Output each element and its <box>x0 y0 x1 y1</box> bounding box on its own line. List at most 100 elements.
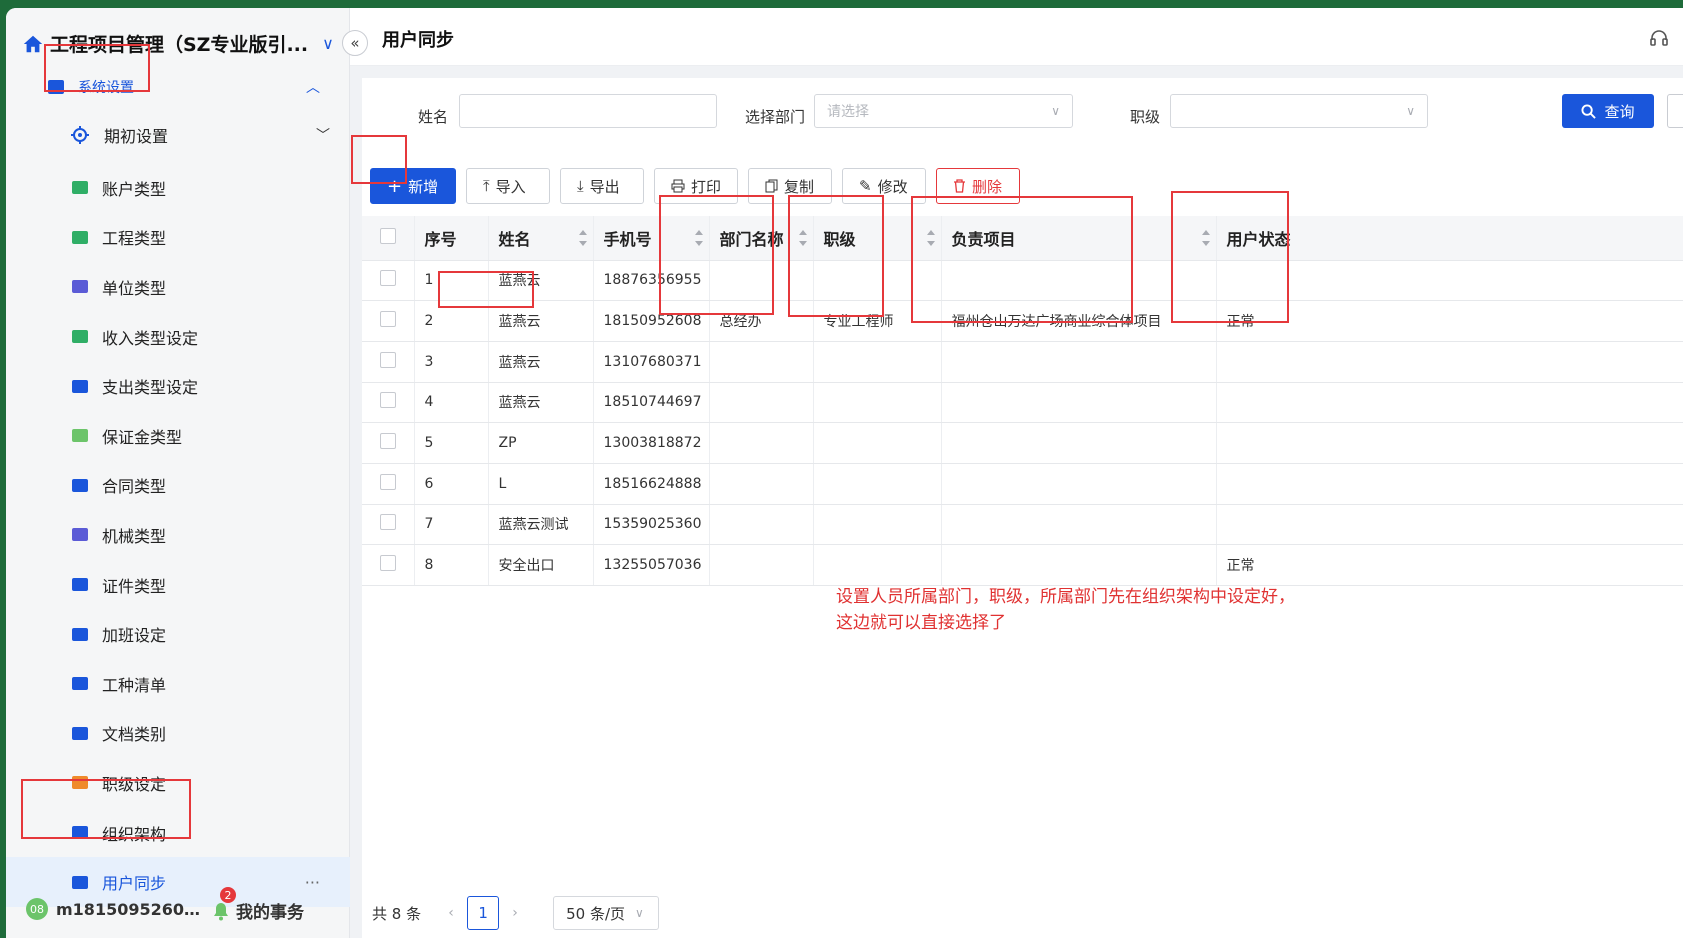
sidebar-item[interactable]: 机械类型 <box>6 510 350 560</box>
cell-project: 福州仓山万达广场商业综合体项目 <box>941 300 1217 342</box>
page-size-select[interactable]: 50 条/页 ∨ <box>553 896 660 930</box>
copy-icon <box>765 179 778 193</box>
col-header-project[interactable]: 负责项目 <box>941 216 1217 261</box>
add-label: 新增 <box>408 177 439 196</box>
table-row[interactable]: 5 ZP 13003818872 <box>362 422 1683 464</box>
row-checkbox[interactable] <box>380 514 396 531</box>
row-checkbox[interactable] <box>380 311 396 328</box>
table-row[interactable]: 7 蓝燕云测试 15359025360 <box>362 504 1683 546</box>
sidebar-item[interactable]: 工种清单 <box>6 659 350 709</box>
cell-status <box>1216 463 1683 505</box>
col-header-phone[interactable]: 手机号 <box>593 216 710 261</box>
sidebar-item[interactable]: 文档类别 <box>6 709 350 759</box>
cell-dept <box>709 544 814 586</box>
cell-name: ZP <box>488 422 594 464</box>
select-all-checkbox[interactable] <box>380 227 396 244</box>
print-label: 打印 <box>691 177 722 196</box>
sidebar-item[interactable]: 支出类型设定 <box>6 361 350 411</box>
next-page-icon[interactable]: › <box>499 905 531 921</box>
row-checkbox[interactable] <box>380 433 396 450</box>
coffee-icon <box>70 625 90 643</box>
app-brand[interactable]: 工程项目管理（SZ专业版引... ∨ <box>22 30 342 57</box>
cell-no: 5 <box>414 422 489 464</box>
table-row[interactable]: 3 蓝燕云 13107680371 <box>362 341 1683 383</box>
sidebar-item-label: 单位类型 <box>102 278 167 298</box>
sort-icon[interactable] <box>578 230 587 246</box>
rank-select[interactable]: ∨ <box>1170 94 1428 128</box>
page-size-label: 50 条/页 <box>566 904 626 923</box>
query-button[interactable]: 查询 <box>1562 94 1654 128</box>
cell-project <box>941 260 1217 302</box>
table-row[interactable]: 2 蓝燕云 18150952608 总经办 专业工程师 福州仓山万达广场商业综合体项目 正常 <box>362 300 1683 342</box>
cell-name: 安全出口 <box>488 544 594 586</box>
cell-dept <box>709 422 814 464</box>
user-info[interactable]: 08 m1815095260… <box>26 898 200 920</box>
name-input[interactable] <box>459 94 717 128</box>
chevron-down-icon[interactable]: ∨ <box>322 34 334 53</box>
total-count: 共 8 条 <box>372 904 422 923</box>
menu-group-system-settings[interactable]: 系统设置 ︿ <box>6 66 350 108</box>
sidebar-item-label: 工程类型 <box>102 229 167 249</box>
sidebar-item[interactable]: 职级设定 <box>6 758 350 808</box>
task-count-badge: 2 <box>220 887 236 903</box>
cell-rank <box>813 463 942 505</box>
row-checkbox[interactable] <box>380 392 396 409</box>
search-icon <box>1581 103 1597 119</box>
sort-icon[interactable] <box>798 230 807 246</box>
page-1-button[interactable]: 1 <box>467 896 500 930</box>
cell-no: 6 <box>414 463 489 505</box>
row-checkbox[interactable] <box>380 351 396 368</box>
cell-project <box>941 504 1217 546</box>
sidebar-item[interactable]: 证件类型 <box>6 560 350 610</box>
bell-icon <box>214 902 228 920</box>
menu-list: 账户类型工程类型单位类型收入类型设定支出类型设定 保证金类型 合同类型 机械类型 证件类… <box>6 163 350 907</box>
cell-rank <box>813 341 942 383</box>
sidebar-item[interactable]: 合同类型 <box>6 461 350 511</box>
submenu-initial-settings[interactable]: 期初设置 ﹀ <box>70 118 340 152</box>
add-button[interactable]: + 新增 <box>370 168 456 204</box>
more-icon[interactable]: ··· <box>305 873 320 892</box>
sidebar-item[interactable]: 单位类型 <box>6 262 350 312</box>
edit-button[interactable]: ✎ 修改 <box>842 168 926 204</box>
cell-dept <box>709 341 814 383</box>
row-checkbox[interactable] <box>380 473 396 490</box>
row-select-cell <box>362 341 415 383</box>
my-tasks[interactable]: 2 我的事务 <box>212 887 304 923</box>
row-checkbox[interactable] <box>380 555 396 572</box>
collapse-sidebar-button[interactable]: « <box>342 30 368 56</box>
table-row[interactable]: 6 L 18516624888 <box>362 463 1683 505</box>
row-checkbox[interactable] <box>380 270 396 287</box>
chevron-up-icon: ︿ <box>306 80 320 96</box>
table-row[interactable]: 8 安全出口 13255057036 正常 <box>362 544 1683 586</box>
sidebar-item[interactable]: 加班设定 <box>6 609 350 659</box>
col-header-dept[interactable]: 部门名称 <box>709 216 814 261</box>
delete-button[interactable]: 删除 <box>936 168 1020 204</box>
import-button[interactable]: ⤒ 导入 <box>466 168 550 204</box>
list-icon <box>70 724 90 742</box>
headset-icon[interactable] <box>1649 28 1669 48</box>
cell-no: 4 <box>414 382 489 424</box>
dept-select[interactable]: 请选择 ∨ <box>814 94 1073 128</box>
sort-icon[interactable] <box>926 230 935 246</box>
reset-button[interactable] <box>1667 94 1683 128</box>
sidebar-item[interactable]: 组织架构 <box>6 808 350 858</box>
sort-icon[interactable] <box>1201 230 1210 246</box>
print-button[interactable]: 打印 <box>654 168 738 204</box>
prev-page-icon[interactable]: ‹ <box>435 905 467 921</box>
main-content: 姓名 选择部门 请选择 ∨ 职级 ∨ 查询 + 新增 ⤒ 导入 ⤓ 导出 打印 … <box>350 66 1683 938</box>
sidebar-item-label: 收入类型设定 <box>102 328 199 348</box>
annotation-note: 设置人员所属部门，职级，所属部门先在组织架构中设定好， 这边就可以直接选择了 <box>836 584 1295 636</box>
sort-icon[interactable] <box>694 230 703 246</box>
cell-project <box>941 422 1217 464</box>
col-header-name[interactable]: 姓名 <box>488 216 594 261</box>
sidebar-item[interactable]: 保证金类型 <box>6 411 350 461</box>
export-button[interactable]: ⤓ 导出 <box>560 168 644 204</box>
sidebar-item[interactable]: 工程类型 <box>6 213 350 263</box>
copy-button[interactable]: 复制 <box>748 168 832 204</box>
sidebar-item[interactable]: 收入类型设定 <box>6 312 350 362</box>
table-row[interactable]: 1 蓝燕云 18876356955 <box>362 260 1683 302</box>
col-header-rank[interactable]: 职级 <box>813 216 942 261</box>
sidebar-item[interactable]: 账户类型 <box>6 163 350 213</box>
table-row[interactable]: 4 蓝燕云 18510744697 <box>362 382 1683 424</box>
sidebar-item-label: 组织架构 <box>102 824 167 844</box>
